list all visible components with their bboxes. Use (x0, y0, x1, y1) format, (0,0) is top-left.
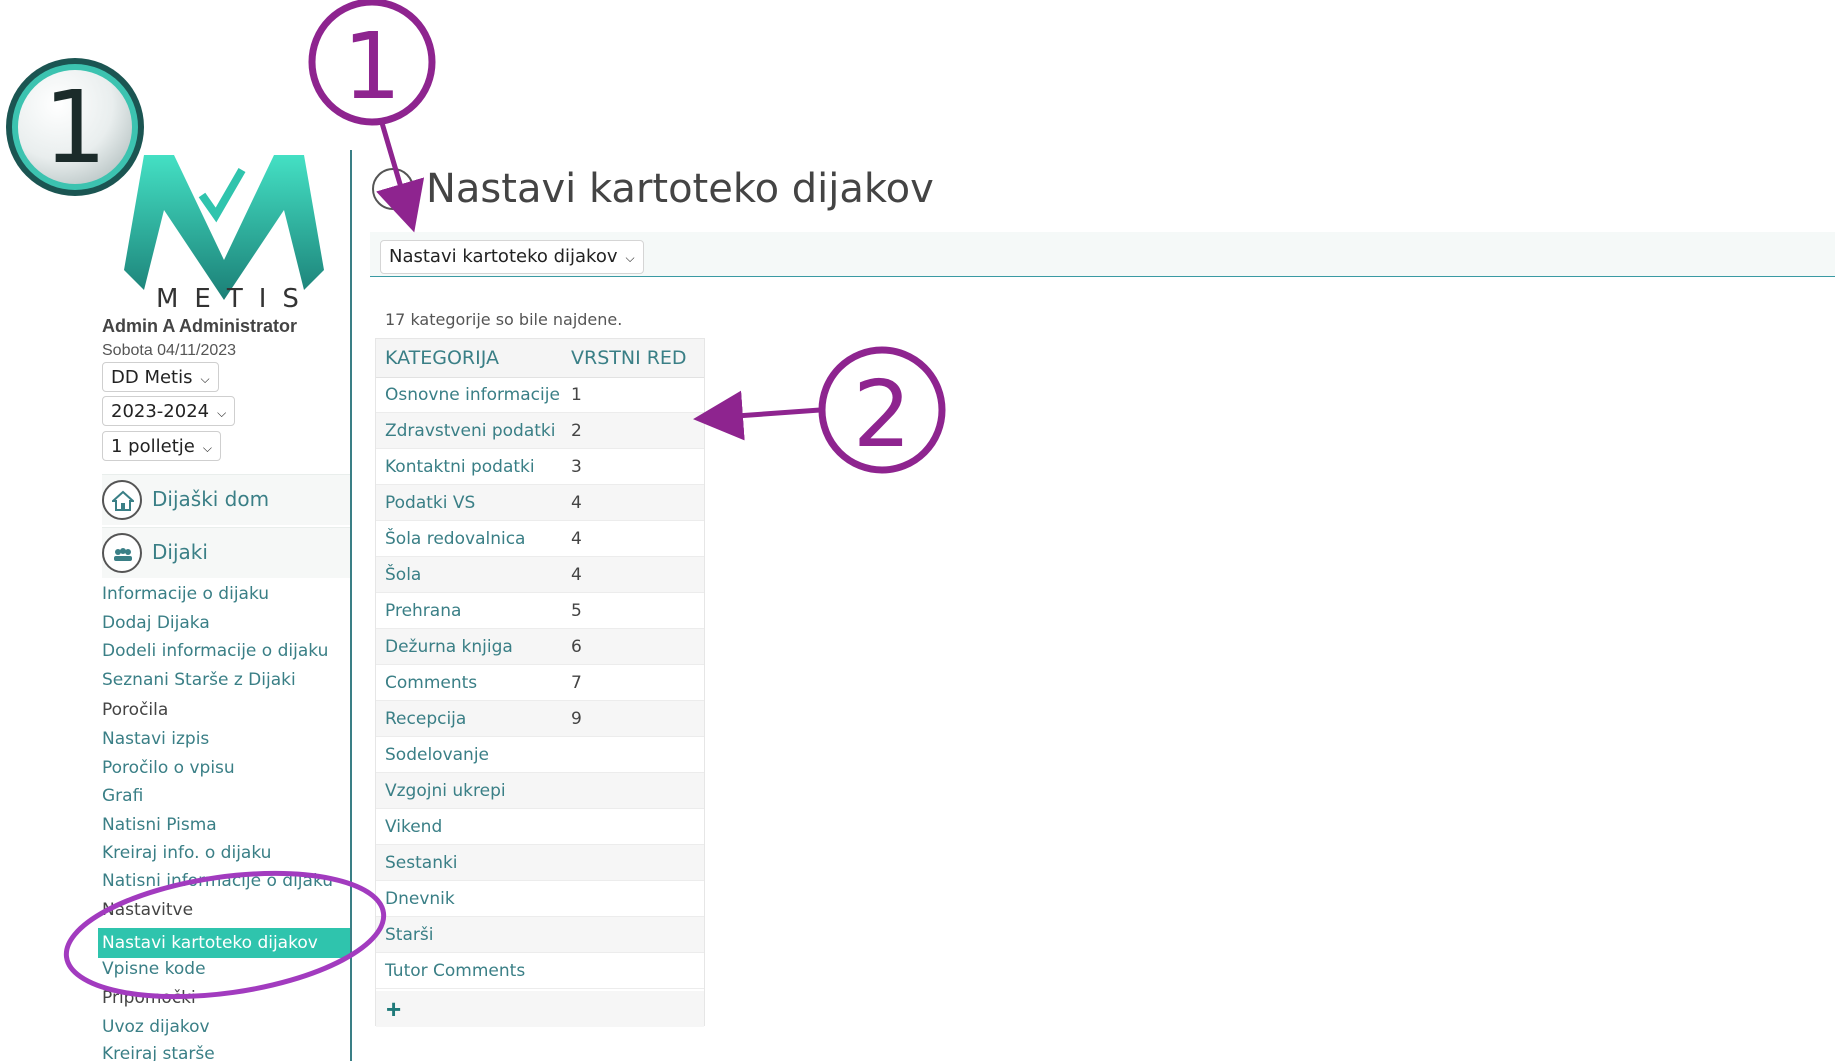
category-order: 5 (571, 601, 582, 621)
category-order: 3 (571, 457, 582, 477)
sidebar-item-informacije-o-dijaku[interactable]: Informacije o dijaku (102, 584, 269, 604)
chevron-down-icon: ⌵ (217, 406, 227, 420)
settings-icon (372, 168, 414, 210)
sidebar-item-grafi[interactable]: Grafi (102, 786, 143, 806)
table-row: Dežurna knjiga 6 (376, 629, 704, 665)
category-order: 9 (571, 709, 582, 729)
sidebar-item-natisni-informacije[interactable]: Natisni informacije o dijaku (102, 871, 333, 891)
category-name-link[interactable]: Sestanki (385, 853, 458, 873)
year-select[interactable]: 2023-2024 ⌵ (102, 396, 236, 426)
category-name-link[interactable]: Vzgojni ukrepi (385, 781, 506, 801)
table-row: Tutor Comments (376, 953, 704, 989)
category-name-link[interactable]: Dežurna knjiga (385, 637, 513, 657)
table-row: Osnovne informacije 1 (376, 377, 704, 413)
table-row: Dnevnik (376, 881, 704, 917)
category-name-link[interactable]: Šola (385, 565, 421, 585)
category-name-link[interactable]: Šola redovalnica (385, 529, 525, 549)
user-name: Admin A Administrator (102, 316, 298, 336)
sidebar-item-seznani-starse[interactable]: Seznani Starše z Dijaki (102, 670, 296, 690)
category-order: 2 (571, 421, 582, 441)
sidebar-item-vpisne-kode[interactable]: Vpisne kode (102, 959, 206, 979)
callout-2-number: 2 (853, 361, 912, 468)
callout-1-number: 1 (343, 13, 402, 120)
table-row: Podatki VS 4 (376, 485, 704, 521)
term-select[interactable]: 1 polletje ⌵ (102, 431, 221, 461)
table-row: Starši (376, 917, 704, 953)
callout-2: 2 (693, 346, 946, 474)
group-icon (102, 533, 142, 573)
current-date: Sobota 04/11/2023 (102, 342, 237, 359)
section-label: Dijaški dom (152, 487, 270, 511)
category-name-link[interactable]: Kontaktni podatki (385, 457, 535, 477)
categories-table: KATEGORIJA VRSTNI RED Osnovne informacij… (375, 338, 705, 1027)
category-order: 4 (571, 493, 582, 513)
sidebar-heading-pripomocki: Pripomočki (102, 988, 196, 1008)
category-order: 1 (571, 385, 582, 405)
table-row: Sestanki (376, 845, 704, 881)
table-row: Prehrana 5 (376, 593, 704, 629)
sidebar-heading-porocila: Poročila (102, 700, 169, 720)
sidebar-item-nastavi-kartoteko-active[interactable]: Nastavi kartoteko dijakov (98, 928, 352, 958)
table-row: Kontaktni podatki 3 (376, 449, 704, 485)
sidebar-item-nastavi-izpis[interactable]: Nastavi izpis (102, 729, 209, 749)
sidebar-item-kreiraj-starse[interactable]: Kreiraj starše (102, 1044, 215, 1061)
sidebar-item-natisni-pisma[interactable]: Natisni Pisma (102, 815, 217, 835)
sidebar-item-dodaj-dijaka[interactable]: Dodaj Dijaka (102, 613, 210, 633)
plus-icon[interactable]: + (386, 996, 401, 1022)
table-row: Recepcija 9 (376, 701, 704, 737)
sidebar-divider (350, 150, 352, 1061)
sidebar-heading-nastavitve: Nastavitve (102, 900, 194, 920)
column-header-kategorija[interactable]: KATEGORIJA (385, 339, 499, 377)
school-select-value: DD Metis (111, 367, 193, 388)
category-name-link[interactable]: Comments (385, 673, 477, 693)
category-name-link[interactable]: Prehrana (385, 601, 461, 621)
table-row: Zdravstveni podatki 2 (376, 413, 704, 449)
school-select[interactable]: DD Metis ⌵ (102, 362, 219, 392)
page-title: Nastavi kartoteko dijakov (426, 166, 934, 212)
category-name-link[interactable]: Starši (385, 925, 433, 945)
category-order: 6 (571, 637, 582, 657)
chevron-down-icon: ⌵ (625, 251, 635, 265)
category-name-link[interactable]: Sodelovanje (385, 745, 489, 765)
category-select[interactable]: Nastavi kartoteko dijakov ⌵ (380, 240, 644, 274)
category-name-link[interactable]: Tutor Comments (385, 961, 525, 981)
badge-number: 1 (43, 69, 107, 186)
table-row: Comments 7 (376, 665, 704, 701)
category-order: 7 (571, 673, 582, 693)
category-name-link[interactable]: Podatki VS (385, 493, 475, 513)
sidebar-item-kreiraj-info[interactable]: Kreiraj info. o dijaku (102, 843, 271, 863)
category-order: 4 (571, 565, 582, 585)
table-row: Sodelovanje (376, 737, 704, 773)
term-select-value: 1 polletje (111, 436, 195, 457)
table-row: Šola 4 (376, 557, 704, 593)
house-icon (102, 480, 142, 520)
results-count: 17 kategorije so bile najdene. (385, 310, 623, 329)
category-name-link[interactable]: Dnevnik (385, 889, 455, 909)
chevron-down-icon: ⌵ (202, 441, 212, 455)
sidebar-item-dodeli-informacije[interactable]: Dodeli informacije o dijaku (102, 641, 328, 661)
table-row: Šola redovalnica 4 (376, 521, 704, 557)
add-row: + (376, 991, 704, 1027)
sidebar-item-porocilo-o-vpisu[interactable]: Poročilo o vpisu (102, 758, 235, 778)
table-row: Vzgojni ukrepi (376, 773, 704, 809)
sidebar-section-dijaski-dom[interactable]: Dijaški dom (102, 474, 350, 525)
category-select-value: Nastavi kartoteko dijakov (389, 246, 618, 267)
chevron-down-icon: ⌵ (200, 372, 210, 386)
year-select-value: 2023-2024 (111, 401, 210, 422)
logo-wordmark: METIS (156, 284, 315, 314)
sidebar-section-dijaki[interactable]: Dijaki (102, 527, 350, 578)
category-name-link[interactable]: Vikend (385, 817, 442, 837)
category-name-link[interactable]: Zdravstveni podatki (385, 421, 555, 441)
category-name-link[interactable]: Osnovne informacije (385, 385, 560, 405)
section-label: Dijaki (152, 540, 208, 564)
sidebar-item-uvoz-dijakov[interactable]: Uvoz dijakov (102, 1017, 210, 1037)
category-name-link[interactable]: Recepcija (385, 709, 466, 729)
category-order: 4 (571, 529, 582, 549)
column-header-vrstni-red[interactable]: VRSTNI RED (571, 339, 687, 377)
table-row: Vikend (376, 809, 704, 845)
